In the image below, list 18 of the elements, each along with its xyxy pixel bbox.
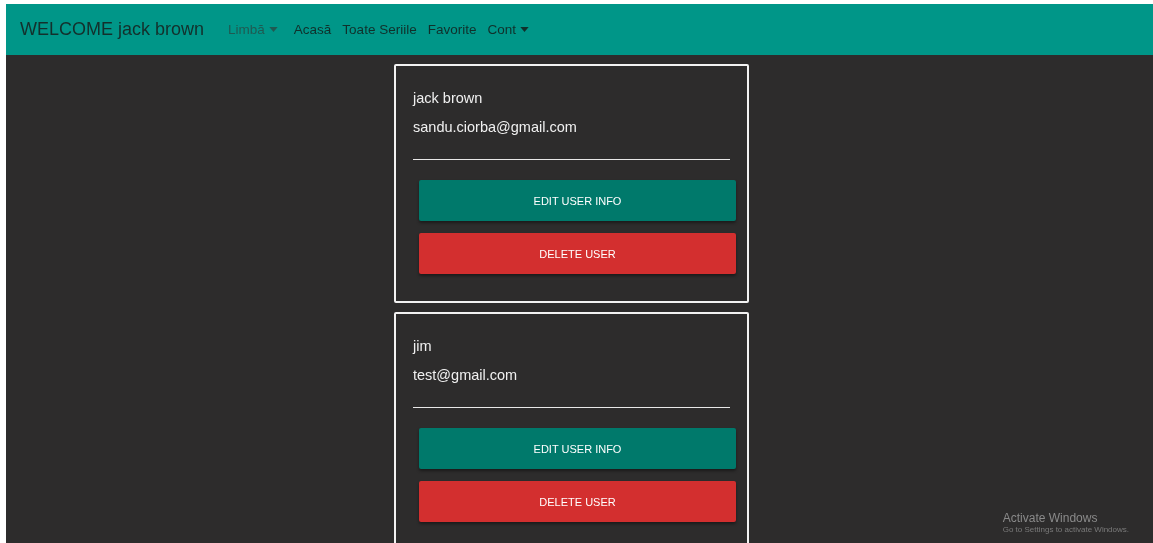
caret-icon <box>268 27 278 32</box>
user-name: jim <box>413 337 433 356</box>
edit-user-button[interactable]: EDIT USER INFO <box>419 428 736 469</box>
user-email: test@gmail.com <box>413 366 519 385</box>
delete-user-button[interactable]: DELETE USER <box>419 481 736 522</box>
dropdown-toggle[interactable]: Cont <box>483 18 533 41</box>
edit-user-button[interactable]: EDIT USER INFO <box>419 180 736 221</box>
activation-title: Activate Windows <box>1002 511 1099 525</box>
activation-text: Go to Settings to activate Windows. <box>1002 525 1129 534</box>
nav-link[interactable]: Acasă <box>289 18 336 41</box>
delete-user-button[interactable]: DELETE USER <box>419 233 736 274</box>
nav-link[interactable]: Toate Seriile <box>338 18 421 41</box>
nav-link[interactable]: Favorite <box>423 18 481 41</box>
user-name: jack brown <box>413 89 484 108</box>
caret-icon <box>519 27 529 32</box>
dropdown-toggle[interactable]: Limbă <box>224 18 282 41</box>
user-email: sandu.ciorba@gmail.com <box>413 118 578 137</box>
brand-link[interactable]: WELCOME jack brown <box>20 15 205 44</box>
